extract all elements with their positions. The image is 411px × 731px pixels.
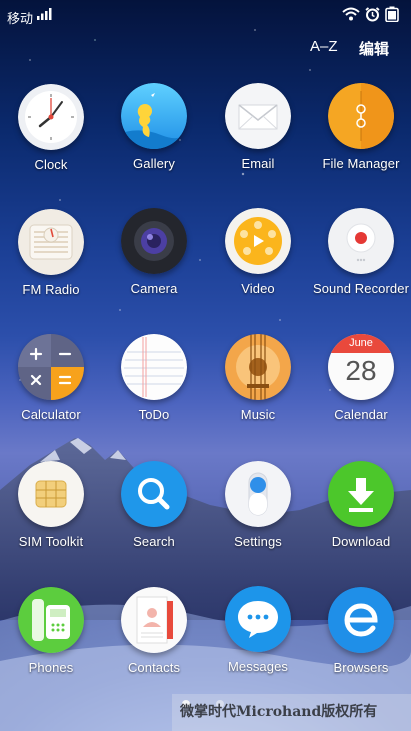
- app-label: Sound Recorder: [312, 281, 410, 296]
- app-calculator[interactable]: Calculator: [0, 334, 103, 434]
- app-video[interactable]: Video: [206, 208, 310, 308]
- calendar-month: June: [349, 337, 373, 349]
- sound-recorder-icon: [328, 208, 394, 274]
- app-label: SIM Toolkit: [18, 534, 84, 549]
- app-phones[interactable]: Phones: [0, 587, 103, 687]
- app-label: Music: [240, 407, 276, 422]
- app-label: Phones: [28, 660, 74, 675]
- signal-icon: [37, 8, 52, 20]
- phone-icon: [18, 587, 84, 653]
- app-label: Calculator: [21, 407, 81, 422]
- camera-icon: [121, 208, 187, 274]
- search-icon: [121, 461, 187, 527]
- app-music[interactable]: Music: [206, 334, 310, 434]
- app-settings[interactable]: Settings: [206, 461, 310, 561]
- app-label: ToDo: [138, 407, 170, 422]
- app-browsers[interactable]: Browsers: [309, 587, 411, 687]
- app-label: Email: [241, 156, 275, 171]
- radio-icon: [18, 209, 84, 275]
- app-label: Video: [241, 281, 275, 296]
- app-camera[interactable]: Camera: [102, 208, 206, 308]
- app-search[interactable]: Search: [102, 461, 206, 561]
- edit-button[interactable]: 编辑: [359, 38, 389, 59]
- app-label: Gallery: [133, 156, 175, 171]
- status-bar: 移动: [0, 0, 411, 30]
- email-icon: [225, 83, 291, 149]
- video-icon: [225, 208, 291, 274]
- app-label: Messages: [227, 659, 289, 674]
- app-label: File Manager: [322, 156, 400, 171]
- carrier-label: 移动: [7, 12, 34, 27]
- app-calendar[interactable]: June 28 Calendar: [309, 334, 411, 434]
- app-sound-recorder[interactable]: Sound Recorder: [309, 208, 411, 308]
- watermark: 微掌时代Microhand版权所有: [172, 694, 411, 731]
- music-icon: [225, 334, 291, 400]
- calculator-icon: [18, 334, 84, 400]
- messages-icon: [225, 586, 291, 652]
- settings-icon: [225, 461, 291, 527]
- app-file-manager[interactable]: File Manager: [309, 83, 411, 183]
- alarm-icon: [365, 6, 380, 21]
- app-sim-toolkit[interactable]: SIM Toolkit: [0, 461, 103, 561]
- download-icon: [328, 461, 394, 527]
- app-label: Camera: [130, 281, 178, 296]
- app-label: Browsers: [333, 660, 389, 675]
- calendar-day: 28: [345, 355, 377, 386]
- app-label: Settings: [234, 534, 282, 549]
- app-label: Download: [331, 534, 391, 549]
- wifi-icon: [342, 7, 360, 21]
- app-todo[interactable]: ToDo: [102, 334, 206, 434]
- app-download[interactable]: Download: [309, 461, 411, 561]
- app-email[interactable]: Email: [206, 83, 310, 183]
- app-label: Clock: [34, 157, 68, 172]
- app-messages[interactable]: Messages: [206, 586, 310, 686]
- battery-icon: [385, 6, 399, 22]
- app-label: Search: [133, 534, 175, 549]
- gallery-icon: [121, 83, 187, 149]
- app-label: Contacts: [127, 660, 181, 675]
- app-clock[interactable]: Clock: [0, 84, 103, 184]
- browser-icon: [328, 587, 394, 653]
- todo-icon: [121, 334, 187, 400]
- clock-icon: [18, 84, 84, 150]
- app-gallery[interactable]: Gallery: [102, 83, 206, 183]
- sort-az-button[interactable]: A–Z: [310, 38, 338, 55]
- app-label: FM Radio: [22, 282, 80, 297]
- file-manager-icon: [328, 83, 394, 149]
- app-contacts[interactable]: Contacts: [102, 587, 206, 687]
- calendar-icon: June 28: [328, 334, 394, 400]
- contacts-icon: [121, 587, 187, 653]
- sim-icon: [18, 461, 84, 527]
- app-label: Calendar: [334, 407, 388, 422]
- app-fm-radio[interactable]: FM Radio: [0, 209, 103, 309]
